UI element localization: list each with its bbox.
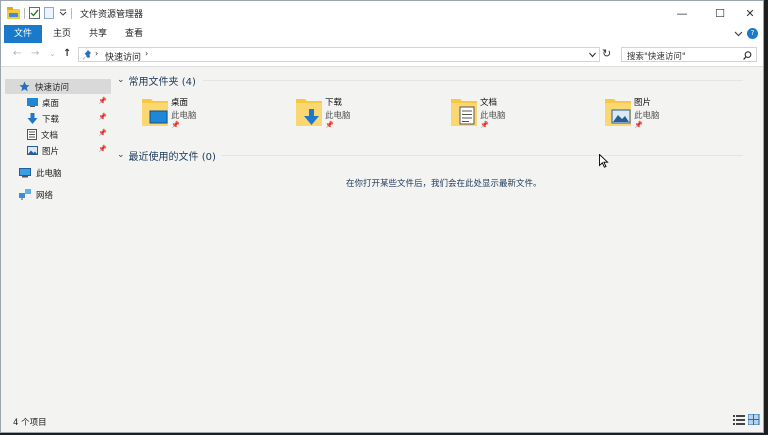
pin-icon: 📌 — [325, 121, 334, 129]
title-bar: 文件资源管理器 — ☐ ✕ — [1, 1, 763, 25]
nav-item-network[interactable]: 网络 — [5, 187, 111, 202]
folder-name: 下载 — [325, 98, 343, 108]
tab-home[interactable]: 主页 — [45, 25, 79, 43]
download-folder-icon — [296, 99, 322, 126]
nav-item-downloads[interactable]: 下载 📌 — [23, 111, 111, 126]
pin-blue-icon — [83, 50, 91, 60]
breadcrumb-quick-access[interactable]: 快速访问 — [105, 50, 141, 63]
large-icons-view-icon[interactable] — [748, 414, 760, 425]
folder-location: 此电脑 — [325, 111, 351, 121]
recent-empty-message: 在你打开某些文件后，我们会在此处显示最新文件。 — [346, 179, 542, 189]
folder-name: 图片 — [634, 98, 652, 108]
network-icon — [19, 189, 31, 200]
nav-label: 图片 — [42, 146, 60, 157]
close-button[interactable]: ✕ — [731, 1, 763, 25]
nav-label: 下载 — [42, 114, 60, 125]
nav-label: 桌面 — [42, 98, 60, 109]
folder-tile-desktop[interactable]: 桌面 此电脑 📌 — [141, 95, 281, 135]
document-icon — [27, 129, 37, 140]
search-icon[interactable] — [743, 51, 752, 60]
documents-folder-icon — [451, 99, 477, 126]
pin-icon[interactable]: 📌 — [98, 129, 107, 137]
nav-label: 文档 — [41, 130, 59, 141]
nav-label: 快速访问 — [35, 82, 70, 93]
folder-location: 此电脑 — [171, 111, 197, 121]
minimize-button[interactable]: — — [663, 1, 701, 25]
folder-tile-downloads[interactable]: 下载 此电脑 📌 — [295, 95, 435, 135]
forward-arrow-icon[interactable]: → — [31, 48, 39, 59]
address-bar[interactable]: › 快速访问 › — [78, 47, 600, 63]
recent-files-header[interactable]: ⌄ 最近使用的文件 (0) — [117, 148, 216, 163]
search-placeholder: 搜索"快速访问" — [627, 52, 686, 62]
back-arrow-icon[interactable]: ← — [13, 48, 21, 59]
file-explorer-window: 文件资源管理器 — ☐ ✕ 文件 主页 共享 查看 ? ← → ⌄ ↑ › 快速… — [0, 0, 764, 433]
folder-name: 文档 — [480, 98, 498, 108]
collapse-chevron-icon[interactable]: ⌄ — [117, 75, 125, 85]
desktop-folder-icon — [142, 99, 168, 126]
nav-label: 网络 — [36, 190, 54, 201]
frequent-folders-header[interactable]: ⌄ 常用文件夹 (4) — [117, 73, 196, 88]
properties-icon[interactable] — [29, 7, 40, 19]
address-dropdown-icon[interactable] — [589, 52, 596, 58]
recent-locations-chevron-icon[interactable]: ⌄ — [49, 49, 56, 58]
tab-share[interactable]: 共享 — [81, 25, 115, 43]
folder-location: 此电脑 — [634, 111, 660, 121]
nav-item-desktop[interactable]: 桌面 📌 — [23, 95, 111, 110]
folder-tile-pictures[interactable]: 图片 此电脑 📌 — [604, 95, 744, 135]
desktop-icon — [27, 98, 38, 107]
pin-icon: 📌 — [634, 121, 643, 129]
tab-file[interactable]: 文件 — [4, 25, 42, 43]
content-pane: ⌄ 常用文件夹 (4) 桌面 此电脑 📌 下载 此电脑 📌 文档 此电脑 📌 图… — [113, 67, 763, 408]
breadcrumb-chevron-icon[interactable]: › — [145, 49, 148, 58]
details-view-icon[interactable] — [733, 414, 745, 425]
nav-item-this-pc[interactable]: 此电脑 — [5, 165, 111, 180]
search-input[interactable]: 搜索"快速访问" — [621, 47, 757, 62]
refresh-icon[interactable]: ↻ — [602, 47, 611, 60]
help-icon[interactable]: ? — [747, 28, 758, 39]
folder-tile-documents[interactable]: 文档 此电脑 📌 — [450, 95, 590, 135]
tab-view[interactable]: 查看 — [117, 25, 151, 43]
collapse-chevron-icon[interactable]: ⌄ — [117, 150, 125, 160]
navigation-pane: 快速访问 桌面 📌 下载 📌 文档 📌 图片 📌 此电脑 网络 — [1, 67, 113, 408]
explorer-folder-icon — [7, 7, 20, 19]
nav-item-documents[interactable]: 文档 📌 — [23, 127, 111, 142]
nav-item-pictures[interactable]: 图片 📌 — [23, 143, 111, 158]
new-folder-icon[interactable] — [44, 7, 55, 19]
address-row: ← → ⌄ ↑ › 快速访问 › ↻ 搜索"快速访问" — [1, 44, 763, 67]
download-arrow-icon — [27, 113, 38, 124]
status-bar: 4 个项目 — [1, 408, 763, 432]
up-arrow-icon[interactable]: ↑ — [63, 48, 71, 59]
mouse-cursor-icon — [599, 154, 609, 168]
pin-icon[interactable]: 📌 — [98, 145, 107, 153]
pin-icon[interactable]: 📌 — [98, 113, 107, 121]
ribbon: 文件 主页 共享 查看 ? — [1, 25, 763, 45]
customize-toolbar-icon[interactable] — [59, 7, 67, 19]
pictures-folder-icon — [605, 99, 631, 126]
breadcrumb-separator-icon: › — [95, 49, 99, 58]
item-count: 4 个项目 — [13, 418, 47, 428]
chevron-down-icon[interactable] — [734, 30, 743, 38]
picture-icon — [27, 146, 38, 155]
pin-icon: 📌 — [480, 121, 489, 129]
folder-name: 桌面 — [171, 98, 189, 108]
quick-access-toolbar — [7, 6, 72, 20]
nav-label: 此电脑 — [36, 168, 62, 179]
folder-location: 此电脑 — [480, 111, 506, 121]
computer-icon — [19, 167, 31, 177]
star-pin-icon — [19, 81, 30, 92]
window-title: 文件资源管理器 — [80, 10, 144, 20]
pin-icon[interactable]: 📌 — [98, 97, 107, 105]
nav-item-quick-access[interactable]: 快速访问 — [5, 79, 111, 94]
pin-icon: 📌 — [171, 121, 180, 129]
